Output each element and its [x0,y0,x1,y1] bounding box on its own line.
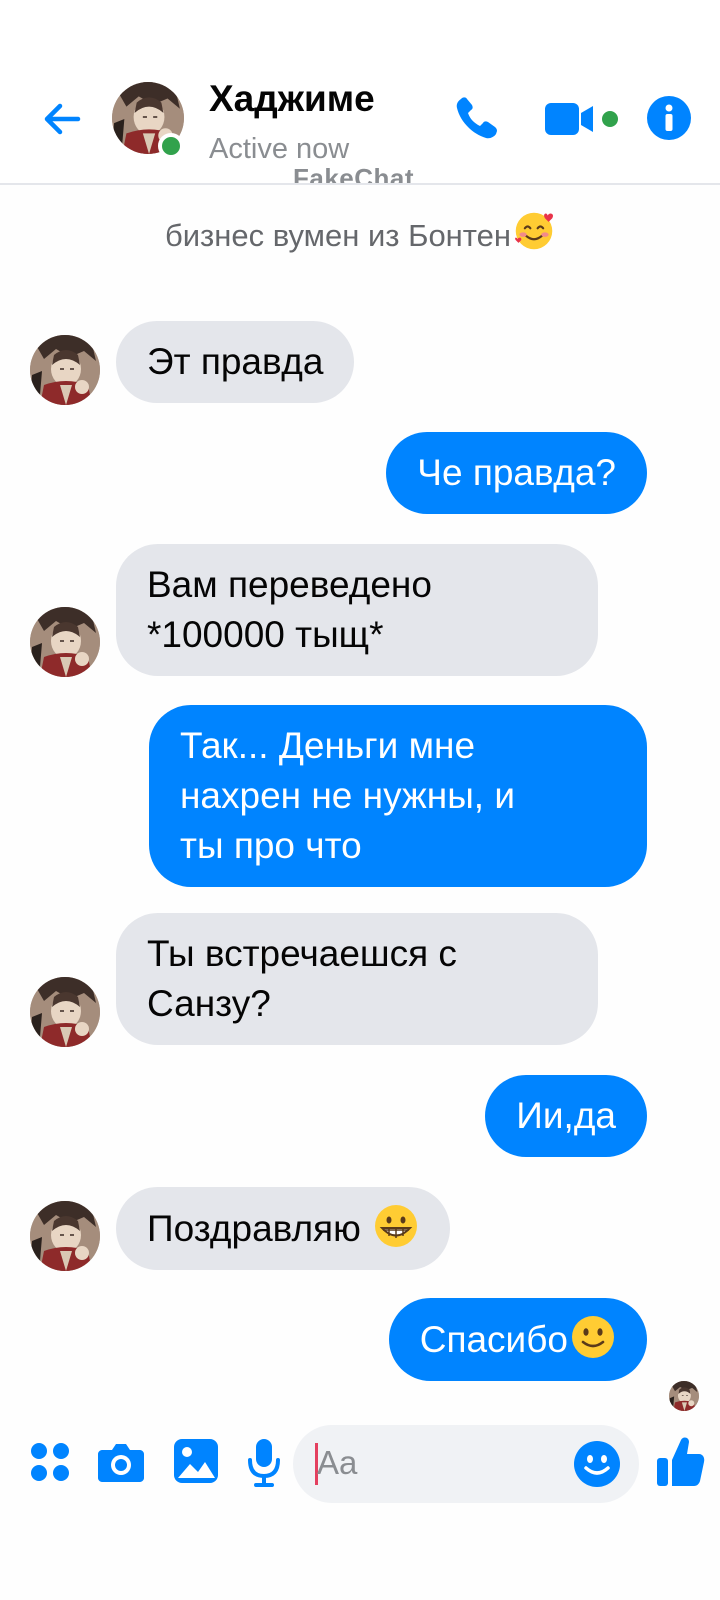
message-bubble-incoming[interactable]: Поздравляю [116,1187,451,1270]
info-icon[interactable] [645,94,693,142]
message-bubble-incoming[interactable]: Эт правда [116,321,355,403]
read-receipt-avatar [669,1381,699,1411]
message-input[interactable] [317,1439,567,1487]
grinning-face-emoji [375,1205,418,1247]
online-status-dot [158,133,184,159]
message-bubble-outgoing[interactable]: Спасибо [388,1298,647,1381]
chat-header: Хаджиме Active now FakeChat [0,0,720,185]
smiling-face-with-hearts-emoji [515,212,554,250]
camera-icon[interactable] [98,1442,144,1482]
message-input-wrapper[interactable] [293,1425,639,1503]
message-text-line: нахрен не нужны, и [180,775,516,816]
message-text: Спасибо [419,1319,568,1360]
contact-bio-text: бизнес вумен из Бонтен [164,218,512,253]
message-bubble-outgoing[interactable]: Так... Деньги мне нахрен не нужны, и ты … [149,705,647,887]
sender-avatar[interactable] [30,1201,100,1271]
smile-icon[interactable] [573,1440,621,1488]
message-text: Ии,да [516,1095,616,1136]
sender-avatar[interactable] [30,977,100,1047]
message-bubble-outgoing[interactable]: Че правда? [386,432,647,514]
message-text-line: Ты встречаешся с [147,933,457,974]
message-text-line: Вам переведено [147,564,432,605]
message-text: Че правда? [417,452,616,493]
message-bubble-outgoing[interactable]: Ии,да [485,1075,647,1157]
message-text: Эт правда [147,341,324,382]
message-text-line: Санзу? [147,983,271,1024]
message-text-line: *100000 тыщ* [147,614,384,655]
message-text: Поздравляю [147,1208,361,1249]
microphone-icon[interactable] [247,1438,281,1488]
message-bubble-incoming[interactable]: Ты встречаешся с Санзу? [116,913,598,1045]
message-composer [0,1420,720,1510]
watermark: FakeChat [293,163,415,185]
slightly-smiling-face-emoji [572,1316,614,1358]
active-status: Active now [209,133,350,165]
sender-avatar[interactable] [30,607,100,677]
phone-icon[interactable] [452,93,502,143]
message-text-line: ты про что [180,825,362,866]
thumbs-up-icon[interactable] [657,1436,705,1488]
contact-bio: бизнес вумен из Бонтен [0,210,720,254]
apps-icon[interactable] [30,1442,70,1482]
contact-name[interactable]: Хаджиме [209,78,375,120]
gallery-icon[interactable] [173,1438,219,1484]
back-arrow-icon[interactable] [38,95,86,143]
message-text-line: Так... Деньги мне [180,725,476,766]
sender-avatar[interactable] [30,335,100,405]
message-bubble-incoming[interactable]: Вам переведено *100000 тыщ* [116,544,598,676]
video-camera-icon[interactable] [545,99,621,139]
